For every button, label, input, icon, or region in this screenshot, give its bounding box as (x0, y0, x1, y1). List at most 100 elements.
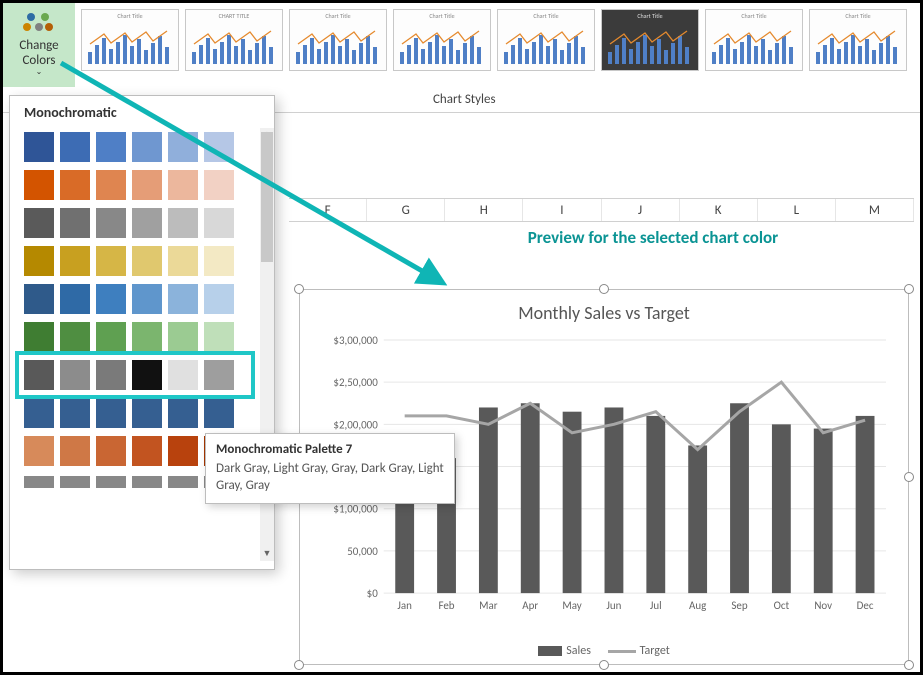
svg-text:$3,00,000: $3,00,000 (333, 334, 378, 347)
resize-handle[interactable] (904, 284, 914, 294)
color-swatch (132, 284, 162, 314)
color-swatch (168, 246, 198, 276)
svg-text:Feb: Feb (438, 599, 454, 612)
chart-style-thumb[interactable]: Chart Title (81, 9, 179, 71)
chart-style-thumb[interactable]: Chart Title (289, 9, 387, 71)
color-swatch (96, 476, 126, 488)
color-palette-icon (23, 13, 55, 35)
color-swatch (132, 170, 162, 200)
svg-text:50,000: 50,000 (347, 545, 378, 558)
color-swatch (24, 208, 54, 238)
column-header[interactable]: L (758, 199, 836, 221)
color-swatch (168, 208, 198, 238)
chart-title[interactable]: Monthly Sales vs Target (300, 290, 908, 330)
resize-handle[interactable] (599, 284, 609, 294)
resize-handle[interactable] (904, 472, 914, 482)
svg-text:Dec: Dec (857, 599, 874, 612)
column-header[interactable]: K (680, 199, 758, 221)
color-swatch (24, 132, 54, 162)
color-swatch (96, 322, 126, 352)
palette-option[interactable] (20, 394, 250, 432)
column-header[interactable]: F (289, 199, 367, 221)
color-swatch (96, 360, 126, 390)
color-swatch (24, 476, 54, 488)
tooltip-title: Monochromatic Palette 7 (216, 442, 444, 457)
color-swatch (132, 360, 162, 390)
svg-text:Jan: Jan (397, 599, 412, 612)
svg-text:$2,00,000: $2,00,000 (333, 418, 378, 431)
legend-line-icon (608, 650, 636, 653)
color-swatch (204, 208, 234, 238)
color-swatch (60, 284, 90, 314)
color-swatch (132, 132, 162, 162)
svg-text:$2,50,000: $2,50,000 (333, 376, 378, 389)
dropdown-indicator: ⌄ (36, 68, 43, 77)
svg-text:$0: $0 (367, 587, 379, 600)
color-swatch (168, 436, 198, 466)
column-header[interactable]: H (445, 199, 523, 221)
color-section-header: Monochromatic (10, 96, 274, 127)
palette-option[interactable] (20, 318, 250, 356)
color-swatch (96, 436, 126, 466)
palette-option[interactable] (20, 166, 250, 204)
svg-text:Jun: Jun (606, 599, 621, 612)
palette-tooltip: Monochromatic Palette 7 Dark Gray, Light… (205, 433, 455, 504)
chart-style-thumb[interactable]: Chart Title (393, 9, 491, 71)
svg-text:Sep: Sep (731, 599, 747, 612)
legend-series-label: Target (640, 644, 670, 658)
chart-style-thumb[interactable]: Chart Title (601, 9, 699, 71)
chart-style-thumb[interactable]: Chart Title (705, 9, 803, 71)
chart-style-thumb[interactable]: Chart Title (497, 9, 595, 71)
svg-text:Nov: Nov (814, 599, 832, 612)
legend-bar-icon (538, 646, 562, 656)
resize-handle[interactable] (904, 660, 914, 670)
chart-style-thumb[interactable]: CHART TITLE (185, 9, 283, 71)
color-swatch (96, 132, 126, 162)
color-swatch (60, 398, 90, 428)
color-swatch (60, 360, 90, 390)
resize-handle[interactable] (599, 660, 609, 670)
tooltip-body: Dark Gray, Light Gray, Gray, Dark Gray, … (216, 461, 444, 495)
column-header[interactable]: G (367, 199, 445, 221)
color-swatch (204, 284, 234, 314)
color-swatch (60, 208, 90, 238)
color-swatch (96, 208, 126, 238)
svg-text:$1,00,000: $1,00,000 (333, 503, 378, 516)
column-header[interactable]: M (836, 199, 914, 221)
color-swatch (132, 208, 162, 238)
column-header[interactable]: I (523, 199, 601, 221)
chart-style-thumb[interactable]: Chart Title (809, 9, 907, 71)
color-swatch (168, 284, 198, 314)
column-header[interactable]: J (602, 199, 680, 221)
color-swatch (60, 132, 90, 162)
color-swatch (132, 246, 162, 276)
chart-legend[interactable]: Sales Target (300, 644, 908, 658)
color-swatch (168, 170, 198, 200)
palette-option[interactable] (20, 356, 250, 394)
color-swatch (60, 246, 90, 276)
color-swatch (24, 246, 54, 276)
color-swatch (204, 170, 234, 200)
palette-option[interactable] (20, 204, 250, 242)
color-swatch (24, 284, 54, 314)
palette-option[interactable] (20, 128, 250, 166)
scroll-down-arrow[interactable]: ▼ (260, 547, 274, 561)
resize-handle[interactable] (294, 284, 304, 294)
svg-text:Apr: Apr (522, 599, 538, 612)
color-swatch (24, 398, 54, 428)
palette-option[interactable] (20, 280, 250, 318)
color-swatch (132, 436, 162, 466)
annotation-text: Preview for the selected chart color (483, 227, 823, 248)
color-swatch (96, 398, 126, 428)
scroll-thumb[interactable] (261, 132, 273, 262)
color-swatch (60, 322, 90, 352)
color-swatch (132, 322, 162, 352)
change-colors-button[interactable]: Change Colors ⌄ (3, 3, 75, 87)
color-swatch (96, 170, 126, 200)
palette-option[interactable] (20, 242, 250, 280)
color-swatch (96, 246, 126, 276)
resize-handle[interactable] (294, 660, 304, 670)
color-swatch (96, 284, 126, 314)
change-colors-label: Change Colors (3, 39, 75, 68)
chart-styles-gallery: Chart TitleCHART TITLEChart TitleChart T… (75, 3, 920, 71)
